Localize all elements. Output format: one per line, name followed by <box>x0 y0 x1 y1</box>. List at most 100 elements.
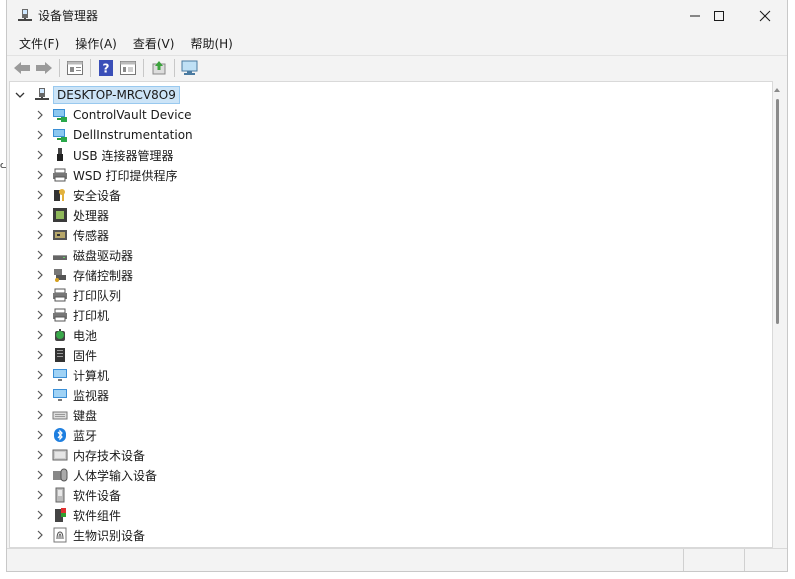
expand-chevron-icon[interactable] <box>34 409 46 421</box>
toolbar-separator <box>90 59 91 77</box>
expand-chevron-icon[interactable] <box>34 489 46 501</box>
status-bar <box>7 548 787 571</box>
help-button[interactable]: ? <box>95 57 117 79</box>
root-computer-name[interactable]: DESKTOP-MRCV8O9 <box>53 86 180 104</box>
tree-item-label: 监视器 <box>73 388 110 403</box>
software-component-icon <box>52 507 68 523</box>
menu-file[interactable]: 文件(F) <box>13 35 65 52</box>
scroll-up-arrow-icon <box>774 88 780 92</box>
device-tree[interactable]: DESKTOP-MRCV8O9 ControlVault Device DellI… <box>9 81 773 548</box>
collapse-chevron-icon[interactable] <box>14 89 26 101</box>
toolbar-separator <box>143 59 144 77</box>
vertical-scrollbar[interactable] <box>771 81 783 546</box>
tree-item[interactable]: 存储控制器 <box>34 265 133 285</box>
tree-item[interactable]: 电池 <box>34 325 97 345</box>
tree-item[interactable]: 监视器 <box>34 385 109 405</box>
expand-chevron-icon[interactable] <box>34 509 46 521</box>
close-button[interactable] <box>742 0 787 31</box>
tree-item[interactable]: 打印机 <box>34 305 109 325</box>
expand-chevron-icon[interactable] <box>34 109 46 121</box>
tree-item[interactable]: 生物识别设备 <box>34 525 145 545</box>
toolbar: ? <box>7 55 787 80</box>
update-driver-icon <box>152 61 166 75</box>
tree-item-label: 打印队列 <box>73 288 122 303</box>
expand-chevron-icon[interactable] <box>34 309 46 321</box>
tree-item[interactable]: 固件 <box>34 345 97 365</box>
show-hidden-icon <box>120 61 136 75</box>
tree-item[interactable]: 计算机 <box>34 365 109 385</box>
network-device-icon <box>52 107 68 123</box>
title-bar[interactable]: 设备管理器 <box>7 0 787 31</box>
expand-chevron-icon[interactable] <box>34 329 46 341</box>
tree-item[interactable]: 键盘 <box>34 405 97 425</box>
tree-item-label: USB 连接器管理器 <box>73 148 174 163</box>
status-pane-main <box>7 549 684 571</box>
storage-controller-icon <box>52 267 68 283</box>
tree-item-label: WSD 打印提供程序 <box>73 168 178 183</box>
expand-chevron-icon[interactable] <box>34 469 46 481</box>
tree-item-label: 存储控制器 <box>73 268 134 283</box>
forward-arrow-icon <box>36 62 52 74</box>
expand-chevron-icon[interactable] <box>34 209 46 221</box>
scrollbar-thumb[interactable] <box>776 99 779 324</box>
tree-item[interactable]: 蓝牙 <box>34 425 97 445</box>
tree-item-label: 蓝牙 <box>73 428 98 443</box>
expand-chevron-icon[interactable] <box>34 269 46 281</box>
tree-item[interactable]: 打印队列 <box>34 285 121 305</box>
disk-drive-icon <box>52 247 68 263</box>
expand-chevron-icon[interactable] <box>34 189 46 201</box>
bluetooth-icon <box>52 427 68 443</box>
properties-button[interactable] <box>64 57 86 79</box>
tree-item-label: DellInstrumentation <box>73 128 193 142</box>
hid-icon <box>52 467 68 483</box>
tree-item[interactable]: 磁盘驱动器 <box>34 245 133 265</box>
menu-action[interactable]: 操作(A) <box>69 35 123 52</box>
expand-chevron-icon[interactable] <box>34 129 46 141</box>
expand-chevron-icon[interactable] <box>34 529 46 541</box>
properties-icon <box>67 61 83 75</box>
tree-item[interactable]: 软件组件 <box>34 505 121 525</box>
scan-hardware-button[interactable] <box>179 57 201 79</box>
expand-chevron-icon[interactable] <box>34 229 46 241</box>
tree-item-label: 生物识别设备 <box>73 528 146 543</box>
menu-help[interactable]: 帮助(H) <box>184 35 238 52</box>
cpu-icon <box>52 207 68 223</box>
tree-item[interactable]: WSD 打印提供程序 <box>34 165 178 185</box>
toolbar-separator <box>59 59 60 77</box>
tree-root[interactable]: DESKTOP-MRCV8O9 <box>14 85 180 105</box>
expand-chevron-icon[interactable] <box>34 169 46 181</box>
tree-item[interactable]: 人体学输入设备 <box>34 465 157 485</box>
close-icon <box>759 10 771 21</box>
expand-chevron-icon[interactable] <box>34 389 46 401</box>
show-hidden-button[interactable] <box>117 57 139 79</box>
back-button[interactable] <box>11 57 33 79</box>
expand-chevron-icon[interactable] <box>34 449 46 461</box>
tree-item[interactable]: DellInstrumentation <box>34 125 193 145</box>
fingerprint-icon <box>52 527 68 543</box>
tree-item[interactable]: 内存技术设备 <box>34 445 145 465</box>
menu-view[interactable]: 查看(V) <box>127 35 181 52</box>
expand-chevron-icon[interactable] <box>34 149 46 161</box>
tree-item[interactable]: 安全设备 <box>34 185 121 205</box>
tree-item[interactable]: 处理器 <box>34 205 109 225</box>
tree-item-label: 磁盘驱动器 <box>73 248 134 263</box>
back-arrow-icon <box>14 62 30 74</box>
monitor-icon <box>52 367 68 383</box>
menu-bar: 文件(F) 操作(A) 查看(V) 帮助(H) <box>7 32 787 54</box>
forward-button[interactable] <box>33 57 55 79</box>
tree-item[interactable]: USB 连接器管理器 <box>34 145 173 165</box>
tree-item[interactable]: ControlVault Device <box>34 105 192 125</box>
tree-item[interactable]: 软件设备 <box>34 485 121 505</box>
tree-item-label: 软件组件 <box>73 508 122 523</box>
expand-chevron-icon[interactable] <box>34 249 46 261</box>
expand-chevron-icon[interactable] <box>34 429 46 441</box>
update-driver-button[interactable] <box>148 57 170 79</box>
expand-chevron-icon[interactable] <box>34 369 46 381</box>
expand-chevron-icon[interactable] <box>34 349 46 361</box>
help-icon: ? <box>99 60 113 76</box>
scan-hardware-icon <box>181 60 198 75</box>
key-icon <box>52 187 68 203</box>
maximize-button[interactable] <box>696 0 742 31</box>
tree-item[interactable]: 传感器 <box>34 225 109 245</box>
expand-chevron-icon[interactable] <box>34 289 46 301</box>
